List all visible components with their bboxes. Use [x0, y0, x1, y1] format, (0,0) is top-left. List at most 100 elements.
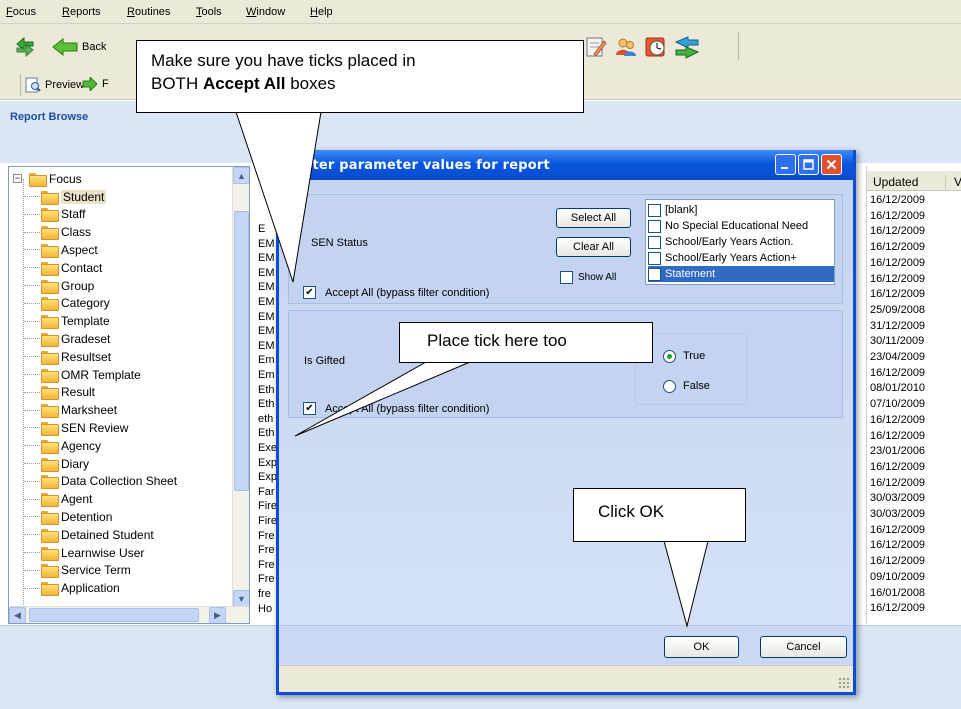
- tree-item-result[interactable]: Result: [41, 384, 95, 401]
- updated-date-cell[interactable]: 23/01/2006: [870, 445, 925, 457]
- transfer-button[interactable]: [674, 35, 700, 59]
- report-list-item[interactable]: Fre: [258, 559, 275, 571]
- tree-item-detention[interactable]: Detention: [41, 508, 112, 525]
- tree-item-application[interactable]: Application: [41, 580, 120, 597]
- report-list-item[interactable]: EM: [258, 282, 275, 293]
- updated-date-cell[interactable]: 31/12/2009: [870, 320, 925, 332]
- updated-date-cell[interactable]: 30/03/2009: [870, 508, 925, 520]
- updated-date-cell[interactable]: 16/01/2008: [870, 587, 925, 599]
- updated-date-cell[interactable]: 16/12/2009: [870, 461, 925, 473]
- back-button[interactable]: Back: [52, 38, 106, 56]
- tree-item-resultset[interactable]: Resultset: [41, 348, 111, 365]
- show-all-checkbox[interactable]: [560, 271, 573, 284]
- cancel-button[interactable]: Cancel: [760, 636, 847, 658]
- sen-option-blank[interactable]: [blank]: [648, 202, 834, 218]
- refresh-button[interactable]: [14, 36, 36, 58]
- report-list-item[interactable]: EM: [258, 311, 275, 323]
- updated-date-cell[interactable]: 07/10/2009: [870, 398, 925, 410]
- updated-date-cell[interactable]: 23/04/2009: [870, 351, 925, 363]
- schedule-button[interactable]: [644, 35, 668, 59]
- tree-item-category[interactable]: Category: [41, 295, 110, 312]
- report-list-item[interactable]: Fre: [258, 545, 275, 556]
- tree-horizontal-scrollbar[interactable]: ◀ ▶: [9, 606, 249, 623]
- report-list-item[interactable]: EM: [258, 297, 275, 308]
- updated-date-cell[interactable]: 30/03/2009: [870, 492, 925, 504]
- option-checkbox[interactable]: [648, 203, 661, 217]
- scroll-thumb[interactable]: [234, 211, 249, 491]
- tree-item-contact[interactable]: Contact: [41, 259, 102, 276]
- option-checkbox[interactable]: [648, 251, 661, 265]
- report-list-item[interactable]: Eth: [258, 384, 275, 396]
- users-button[interactable]: [614, 35, 638, 59]
- updated-date-cell[interactable]: 09/10/2009: [870, 571, 925, 583]
- tree-item-group[interactable]: Group: [41, 277, 94, 294]
- scroll-thumb[interactable]: [29, 608, 199, 622]
- updated-date-cell[interactable]: 16/12/2009: [870, 602, 925, 614]
- report-list-item[interactable]: Fire: [258, 516, 276, 527]
- updated-date-cell[interactable]: 16/12/2009: [870, 555, 925, 567]
- scroll-up-icon[interactable]: ▲: [233, 167, 249, 184]
- tree-root-focus[interactable]: − Focus: [11, 170, 82, 187]
- menu-help[interactable]: Help: [310, 6, 333, 18]
- tree-vertical-scrollbar[interactable]: ▲ ▼: [232, 167, 249, 607]
- sen-option-statement[interactable]: Statement: [648, 266, 834, 282]
- tree-item-sen-review[interactable]: SEN Review: [41, 419, 128, 436]
- column-header[interactable]: Updated V: [867, 171, 961, 191]
- updated-date-cell[interactable]: 16/12/2009: [870, 257, 925, 269]
- updated-date-cell[interactable]: 16/12/2009: [870, 225, 925, 237]
- tree-item-agency[interactable]: Agency: [41, 437, 101, 454]
- v-column-header[interactable]: V: [945, 175, 961, 189]
- preview-button[interactable]: Preview: [25, 77, 84, 93]
- tree-item-diary[interactable]: Diary: [41, 455, 89, 472]
- sen-option-early-years-action[interactable]: School/Early Years Action.: [648, 234, 834, 250]
- menu-focus[interactable]: Focus: [6, 6, 36, 18]
- report-list-item[interactable]: Em: [258, 370, 275, 381]
- tree-item-detained-student[interactable]: Detained Student: [41, 526, 154, 543]
- updated-date-cell[interactable]: 16/12/2009: [870, 539, 925, 551]
- updated-column-header[interactable]: Updated: [873, 175, 918, 189]
- menu-routines[interactable]: Routines: [127, 6, 170, 18]
- option-checkbox[interactable]: [648, 267, 661, 281]
- tree-item-omr-template[interactable]: OMR Template: [41, 366, 141, 383]
- report-list-item[interactable]: EM: [258, 238, 275, 250]
- tree-item-template[interactable]: Template: [41, 313, 110, 330]
- sen-accept-all-checkbox[interactable]: [303, 286, 316, 299]
- tree-item-aspect[interactable]: Aspect: [41, 241, 98, 258]
- tree-item-marksheet[interactable]: Marksheet: [41, 402, 117, 419]
- report-list-item[interactable]: Fire: [258, 501, 276, 512]
- report-list-item[interactable]: Em: [258, 355, 275, 366]
- tree-item-agent[interactable]: Agent: [41, 491, 92, 508]
- select-all-button[interactable]: Select All: [556, 208, 631, 228]
- menu-tools[interactable]: Tools: [196, 6, 222, 18]
- maximize-icon[interactable]: [798, 154, 819, 175]
- updated-date-cell[interactable]: 16/12/2009: [870, 367, 925, 379]
- clear-all-button[interactable]: Clear All: [556, 237, 631, 257]
- tree-item-staff[interactable]: Staff: [41, 206, 85, 223]
- ok-button[interactable]: OK: [664, 636, 739, 658]
- report-list-item[interactable]: Exe: [258, 443, 276, 454]
- tree-item-data-collection-sheet[interactable]: Data Collection Sheet: [41, 473, 177, 490]
- close-icon[interactable]: [821, 154, 842, 175]
- updated-date-cell[interactable]: 16/12/2009: [870, 414, 925, 426]
- updated-date-cell[interactable]: 16/12/2009: [870, 524, 925, 536]
- report-list-item[interactable]: Ho: [258, 603, 272, 615]
- run-button[interactable]: F: [82, 77, 109, 91]
- option-checkbox[interactable]: [648, 235, 661, 249]
- updated-date-cell[interactable]: 16/12/2009: [870, 194, 925, 206]
- false-radio[interactable]: [663, 380, 676, 393]
- menu-reports[interactable]: Reports: [62, 6, 101, 18]
- updated-date-cell[interactable]: 16/12/2009: [870, 273, 925, 285]
- report-list-item[interactable]: E: [258, 224, 265, 235]
- menu-window[interactable]: Window: [246, 6, 285, 18]
- report-list-item[interactable]: EM: [258, 267, 275, 279]
- report-list-item[interactable]: EM: [258, 340, 275, 352]
- tree-item-gradeset[interactable]: Gradeset: [41, 330, 110, 347]
- scroll-right-icon[interactable]: ▶: [209, 607, 226, 623]
- true-radio[interactable]: [663, 350, 676, 363]
- report-list-item[interactable]: Fre: [258, 530, 275, 542]
- minimize-icon[interactable]: [775, 154, 796, 175]
- report-list-item[interactable]: eth: [258, 413, 273, 425]
- report-list-item[interactable]: EM: [258, 326, 275, 337]
- scroll-left-icon[interactable]: ◀: [9, 607, 26, 623]
- updated-date-cell[interactable]: 16/12/2009: [870, 210, 925, 222]
